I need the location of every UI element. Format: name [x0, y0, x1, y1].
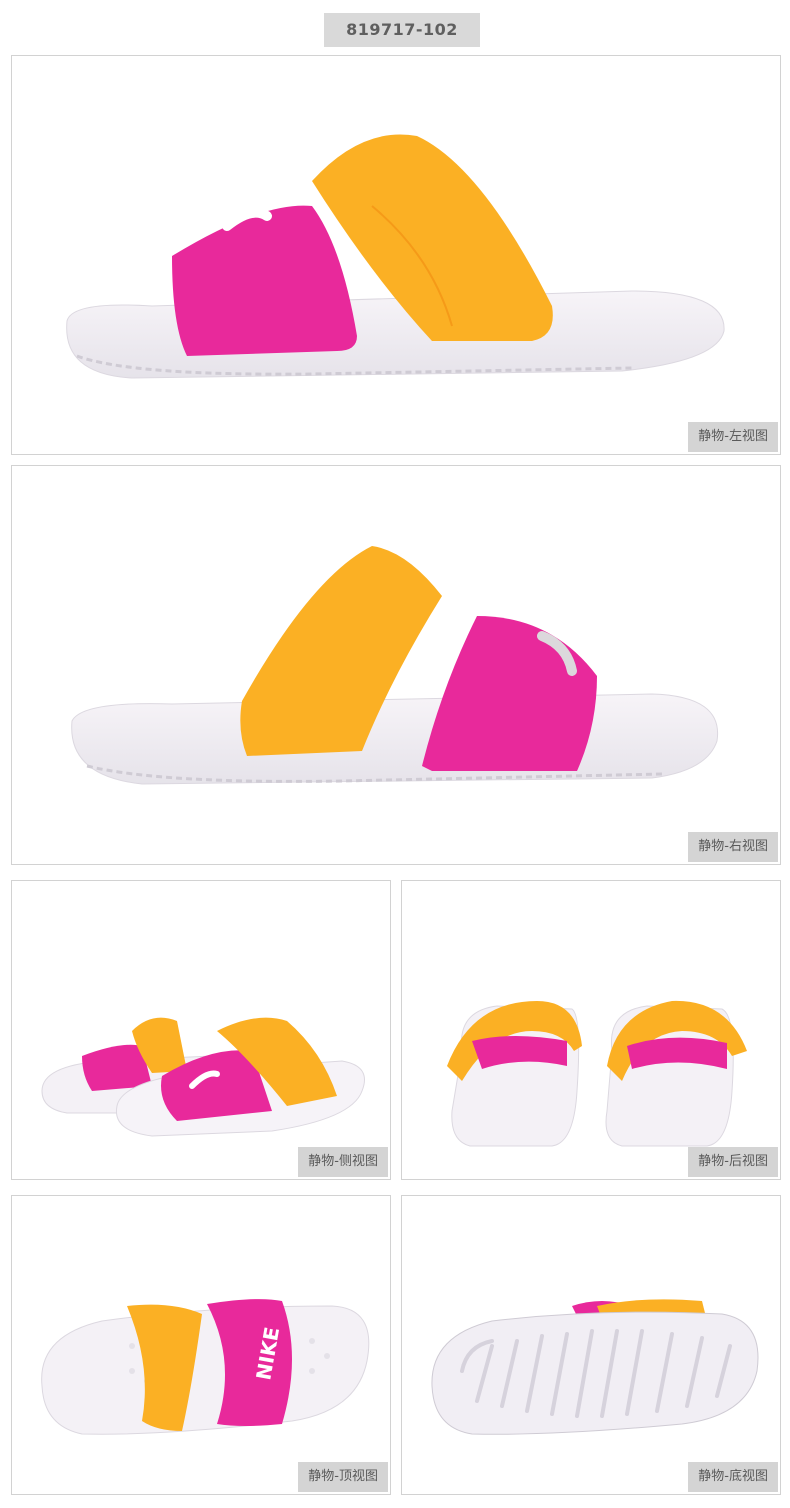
product-image-left-view: 静物-左视图 [11, 55, 781, 455]
sandal-top-view-illustration: NIKE [41, 1299, 370, 1435]
product-sku-label: 819717-102 [324, 13, 480, 47]
view-caption-bottom: 静物-底视图 [688, 1462, 778, 1492]
view-caption-top: 静物-顶视图 [298, 1462, 388, 1492]
view-caption-back: 静物-后视图 [688, 1147, 778, 1177]
view-caption-left: 静物-左视图 [688, 422, 778, 452]
sandal-bottom-view-illustration [431, 1299, 759, 1435]
product-image-bottom-view: 静物-底视图 [401, 1195, 781, 1495]
product-image-back-view: 静物-后视图 [401, 880, 781, 1180]
product-image-top-view: NIKE 静物-顶视图 [11, 1195, 391, 1495]
product-image-right-view: 静物-右视图 [11, 465, 781, 865]
view-caption-right: 静物-右视图 [688, 832, 778, 862]
sandal-left-view-illustration [66, 134, 725, 379]
sandal-right-view-illustration [71, 546, 719, 785]
sandal-side-view-illustration [41, 1017, 365, 1137]
view-caption-side: 静物-侧视图 [298, 1147, 388, 1177]
product-image-side-view: 静物-侧视图 [11, 880, 391, 1180]
sandal-back-view-illustration [447, 1000, 747, 1147]
